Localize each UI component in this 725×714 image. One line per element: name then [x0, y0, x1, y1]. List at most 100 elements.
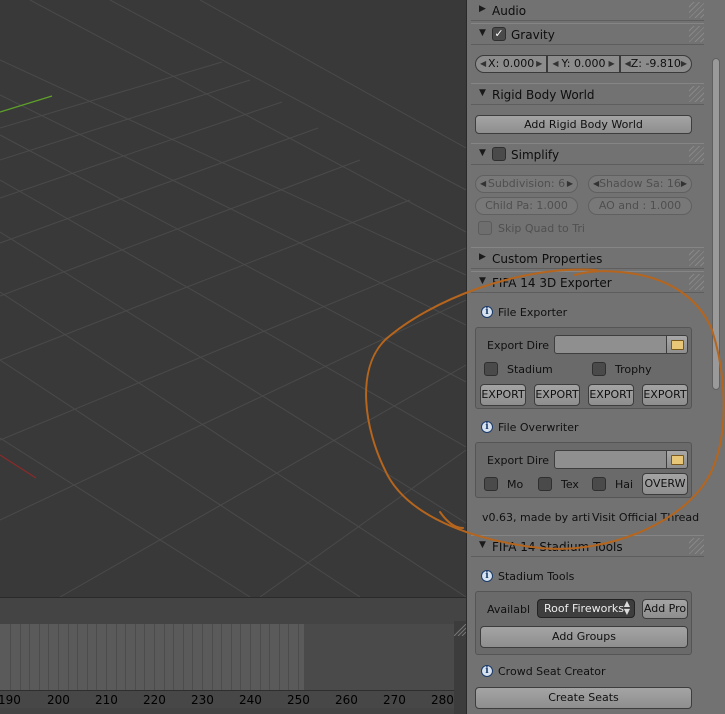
- panel-scrollbar-thumb[interactable]: [712, 58, 720, 390]
- triangle-down-icon: ▼: [479, 540, 486, 550]
- frame-tick: 230: [191, 693, 214, 707]
- frame-tick: 260: [335, 693, 358, 707]
- panel-stadium-tools-header[interactable]: ▼ FIFA 14 Stadium Tools: [471, 535, 708, 557]
- export-button-3[interactable]: EXPORT: [588, 384, 634, 406]
- frame-tick: 220: [143, 693, 166, 707]
- overwriter-dir-label: Export Dire: [487, 454, 550, 467]
- panel-audio-header[interactable]: ▶ Audio: [471, 0, 708, 21]
- frame-tick: 270: [383, 693, 406, 707]
- available-label: Availabl: [487, 603, 531, 616]
- panel-custom-properties-label: Custom Properties: [492, 252, 603, 266]
- frame-tick: 250: [287, 693, 310, 707]
- panel-fifa-exporter-label: FIFA 14 3D Exporter: [492, 276, 612, 290]
- drag-grip-icon[interactable]: [689, 538, 705, 554]
- frame-tick: 280: [431, 693, 454, 707]
- trophy-label: Trophy: [615, 363, 652, 376]
- gravity-checkbox[interactable]: ✓: [492, 27, 506, 41]
- stadium-checkbox[interactable]: [484, 362, 498, 376]
- available-dropdown[interactable]: Roof Fireworks ▲ ▼: [537, 599, 635, 618]
- gravity-x-field[interactable]: ◀ X: 0.000 ▶: [475, 55, 548, 73]
- panel-stadium-tools-label: FIFA 14 Stadium Tools: [492, 540, 623, 554]
- version-label: v0.63, made by arti: [482, 511, 591, 524]
- skip-quad-label: Skip Quad to Tri: [498, 222, 585, 235]
- resize-corner-icon[interactable]: [454, 624, 466, 636]
- file-exporter-title: File Exporter: [498, 306, 568, 319]
- triangle-down-icon: ▼: [479, 148, 486, 158]
- create-seats-button[interactable]: Create Seats: [475, 687, 692, 709]
- skip-quad-checkbox[interactable]: [478, 221, 492, 235]
- stadium-label: Stadium: [507, 363, 553, 376]
- drag-grip-icon[interactable]: [689, 250, 705, 266]
- mo-checkbox[interactable]: [484, 477, 498, 491]
- overwriter-dir-input[interactable]: [554, 450, 667, 469]
- export-dir-input[interactable]: [554, 335, 667, 354]
- export-button-1[interactable]: EXPORT: [480, 384, 526, 406]
- add-rigid-body-world-button[interactable]: Add Rigid Body World: [475, 115, 692, 134]
- x-axis-line: [0, 454, 37, 479]
- gravity-z-field[interactable]: ◀ Z: -9.810 ▶: [619, 55, 692, 73]
- panel-simplify-label: Simplify: [511, 148, 560, 162]
- child-particles-field[interactable]: Child Pa: 1.000: [475, 197, 578, 215]
- tex-checkbox[interactable]: [538, 477, 552, 491]
- folder-icon: [671, 455, 684, 465]
- updown-arrows-icon: ▲ ▼: [623, 599, 630, 616]
- official-thread-link[interactable]: Visit Official Thread: [592, 511, 699, 524]
- gravity-vector: ◀ X: 0.000 ▶ ◀ Y: 0.000 ▶ ◀ Z: -9.810 ▶: [475, 55, 692, 73]
- hai-label: Hai: [615, 478, 634, 491]
- info-icon: i: [481, 306, 493, 318]
- drag-grip-icon[interactable]: [689, 274, 705, 290]
- triangle-right-icon: ▶: [479, 252, 486, 262]
- drag-grip-icon[interactable]: [689, 26, 705, 42]
- export-button-2[interactable]: EXPORT: [534, 384, 580, 406]
- drag-grip-icon[interactable]: [689, 146, 705, 162]
- ao-field[interactable]: AO and : 1.000: [588, 197, 692, 215]
- frame-tick: 190: [0, 693, 21, 707]
- triangle-right-icon: ▶: [479, 4, 486, 14]
- viewport-header-bar: [0, 597, 466, 621]
- panel-rigid-body-world-header[interactable]: ▼ Rigid Body World: [471, 83, 708, 105]
- panel-gravity-header[interactable]: ▼ ✓ Gravity: [471, 23, 708, 45]
- shadow-samples-field[interactable]: ◀ Shadow Sa: 16 ▶: [588, 175, 692, 193]
- panel-fifa-exporter-header[interactable]: ▼ FIFA 14 3D Exporter: [471, 271, 708, 293]
- folder-browse-button[interactable]: [666, 335, 688, 354]
- viewport-grid: [0, 0, 466, 597]
- info-icon: i: [481, 570, 493, 582]
- drag-grip-icon[interactable]: [689, 86, 705, 102]
- drag-grip-icon[interactable]: [689, 2, 705, 18]
- tex-label: Tex: [561, 478, 579, 491]
- add-groups-button[interactable]: Add Groups: [480, 626, 688, 648]
- subdivision-field[interactable]: ◀ Subdivision: 6 ▶: [475, 175, 578, 193]
- file-overwriter-title: File Overwriter: [498, 421, 579, 434]
- panel-scrollbar[interactable]: [704, 0, 725, 714]
- timeline-track[interactable]: [0, 624, 454, 690]
- panel-custom-properties-header[interactable]: ▶ Custom Properties: [471, 247, 708, 269]
- frame-tick: 200: [47, 693, 70, 707]
- add-pro-button[interactable]: Add Pro: [642, 599, 688, 619]
- gravity-y-field[interactable]: ◀ Y: 0.000 ▶: [547, 55, 620, 73]
- triangle-down-icon: ▼: [479, 28, 486, 38]
- timeline-out-of-range: [304, 624, 454, 690]
- hai-checkbox[interactable]: [592, 477, 606, 491]
- panel-gravity-label: Gravity: [511, 28, 555, 42]
- timeline[interactable]: 190 200 210 220 230 240 250 260 270 280: [0, 621, 466, 714]
- triangle-down-icon: ▼: [479, 88, 486, 98]
- info-icon: i: [481, 421, 493, 433]
- trophy-checkbox[interactable]: [592, 362, 606, 376]
- folder-icon: [671, 340, 684, 350]
- export-dir-label: Export Dire: [487, 339, 550, 352]
- mo-label: Mo: [507, 478, 524, 491]
- panel-simplify-header[interactable]: ▼ Simplify: [471, 143, 708, 165]
- stadium-tools-title: Stadium Tools: [498, 570, 575, 583]
- overwrite-button[interactable]: OVERW: [642, 473, 688, 495]
- folder-browse-button[interactable]: [666, 450, 688, 469]
- frame-ruler[interactable]: 190 200 210 220 230 240 250 260 270 280: [0, 690, 454, 708]
- 3d-viewport[interactable]: [0, 0, 466, 597]
- panel-rigid-body-world-label: Rigid Body World: [492, 88, 595, 102]
- triangle-down-icon: ▼: [479, 276, 486, 286]
- panel-audio-label: Audio: [492, 4, 527, 18]
- info-icon: i: [481, 665, 493, 677]
- export-button-4[interactable]: EXPORT: [642, 384, 688, 406]
- frame-tick: 240: [239, 693, 262, 707]
- properties-panel: ▶ Audio ▼ ✓ Gravity ◀ X: 0.000 ▶ ◀ Y: 0.000…: [466, 0, 725, 714]
- simplify-checkbox[interactable]: [492, 147, 506, 161]
